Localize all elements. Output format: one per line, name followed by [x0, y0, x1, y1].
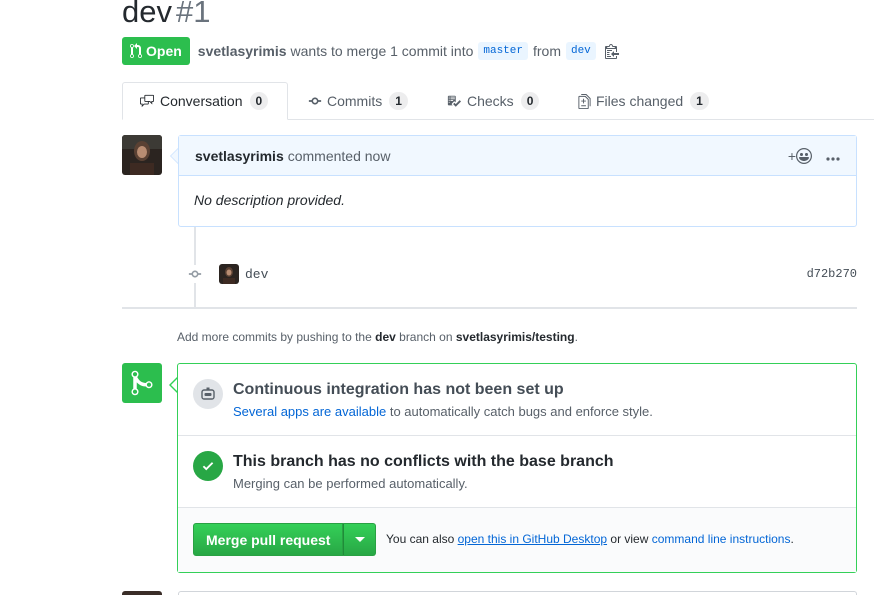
- smiley-icon: [796, 147, 812, 164]
- github-desktop-link[interactable]: open this in GitHub Desktop: [458, 532, 607, 546]
- tab-label: Conversation: [160, 93, 243, 109]
- command-line-link[interactable]: command line instructions: [652, 532, 791, 546]
- triangle-down-icon: [354, 536, 365, 542]
- pr-title: dev: [122, 0, 172, 29]
- tab-label: Files changed: [596, 93, 684, 109]
- hint-middle: branch on: [399, 330, 453, 344]
- hint-branch: dev: [375, 330, 396, 344]
- git-commit-icon: [186, 265, 204, 283]
- ci-apps-link[interactable]: Several apps are available: [233, 404, 386, 419]
- comment-timestamp: commented now: [287, 147, 391, 164]
- ci-status-icon: [193, 379, 223, 409]
- ci-subtitle: Several apps are available to automatica…: [233, 404, 653, 419]
- head-branch[interactable]: dev: [565, 42, 596, 60]
- new-comment-box: [178, 591, 857, 595]
- tab-files-changed[interactable]: Files changed 1: [578, 82, 709, 120]
- ci-title: Continuous integration has not been set …: [233, 381, 564, 398]
- note-prefix: You can also: [386, 532, 455, 546]
- avatar[interactable]: [219, 264, 239, 284]
- tab-counter: 1: [389, 92, 408, 110]
- git-merge-icon: [122, 363, 162, 403]
- tab-conversation[interactable]: Conversation 0: [122, 82, 288, 120]
- page-title: dev #1: [122, 0, 210, 32]
- ci-section: Continuous integration has not been set …: [178, 364, 856, 436]
- hint-prefix: Add more commits by pushing to the: [177, 330, 372, 344]
- check-circle-icon: [193, 451, 223, 481]
- comment-box: svetlasyrimis commented now + No descrip…: [178, 135, 857, 227]
- author-link[interactable]: svetlasyrimis: [198, 43, 287, 59]
- tab-commits[interactable]: Commits 1: [308, 82, 408, 120]
- commit-sha[interactable]: d72b270: [807, 267, 857, 281]
- clipboard-icon[interactable]: [604, 43, 619, 59]
- more-icon[interactable]: [826, 148, 840, 164]
- from-text: from: [532, 43, 561, 59]
- pr-tabs: Conversation 0 Commits 1 Checks 0 Files …: [122, 82, 874, 120]
- comment-body: No description provided.: [194, 192, 345, 208]
- hint-suffix: .: [574, 330, 578, 344]
- comment-actions: +: [787, 147, 840, 164]
- tab-checks[interactable]: Checks 0: [446, 82, 540, 120]
- add-reaction-button[interactable]: +: [787, 147, 812, 164]
- tab-counter: 1: [690, 92, 709, 110]
- tab-counter: 0: [520, 92, 540, 110]
- avatar: [122, 591, 162, 595]
- tab-label: Checks: [467, 93, 514, 109]
- tab-label: Commits: [327, 93, 383, 109]
- merge-method-dropdown[interactable]: [343, 523, 377, 556]
- merge-action-section: Merge pull request You can also open thi…: [178, 508, 856, 572]
- merge-text: wants to merge 1 commit into: [290, 43, 474, 59]
- comment-header: svetlasyrimis commented now +: [179, 136, 856, 176]
- plus-label: +: [787, 147, 796, 164]
- ci-suffix: to automatically catch bugs and enforce …: [389, 404, 653, 419]
- conflict-subtitle: Merging can be performed automatically.: [233, 476, 468, 491]
- status-badge: Open: [122, 37, 190, 65]
- pr-number: #1: [175, 0, 211, 29]
- status-label: Open: [146, 43, 182, 59]
- comment-author[interactable]: svetlasyrimis: [195, 148, 284, 164]
- timeline-divider: [122, 307, 857, 309]
- base-branch[interactable]: master: [478, 42, 528, 60]
- note-suffix: .: [790, 532, 794, 546]
- comment-discussion-icon: [140, 94, 154, 108]
- checklist-icon: [447, 95, 461, 107]
- file-diff-icon: [578, 93, 591, 109]
- tab-counter: 0: [249, 92, 269, 110]
- pr-meta: Open svetlasyrimis wants to merge 1 comm…: [122, 37, 619, 65]
- merge-pull-request-button[interactable]: Merge pull request: [193, 523, 344, 556]
- hint-repo: svetlasyrimis/testing: [455, 330, 575, 344]
- merge-button-group: Merge pull request: [193, 523, 377, 556]
- git-commit-icon: [308, 97, 322, 105]
- note-middle: or view: [610, 532, 649, 546]
- robot-icon: [201, 387, 215, 400]
- pull-request-icon: [130, 43, 142, 59]
- merge-box: Continuous integration has not been set …: [177, 363, 857, 573]
- timeline-commit: dev d72b270: [186, 262, 857, 286]
- avatar[interactable]: [122, 135, 162, 175]
- conflict-title: This branch has no conflicts with the ba…: [233, 453, 614, 470]
- commit-message[interactable]: dev: [245, 267, 268, 282]
- comment-caret-inner: [171, 149, 178, 163]
- conflict-section: This branch has no conflicts with the ba…: [178, 436, 856, 508]
- push-hint: Add more commits by pushing to the dev b…: [177, 330, 578, 344]
- merge-note: You can also open this in GitHub Desktop…: [386, 532, 794, 546]
